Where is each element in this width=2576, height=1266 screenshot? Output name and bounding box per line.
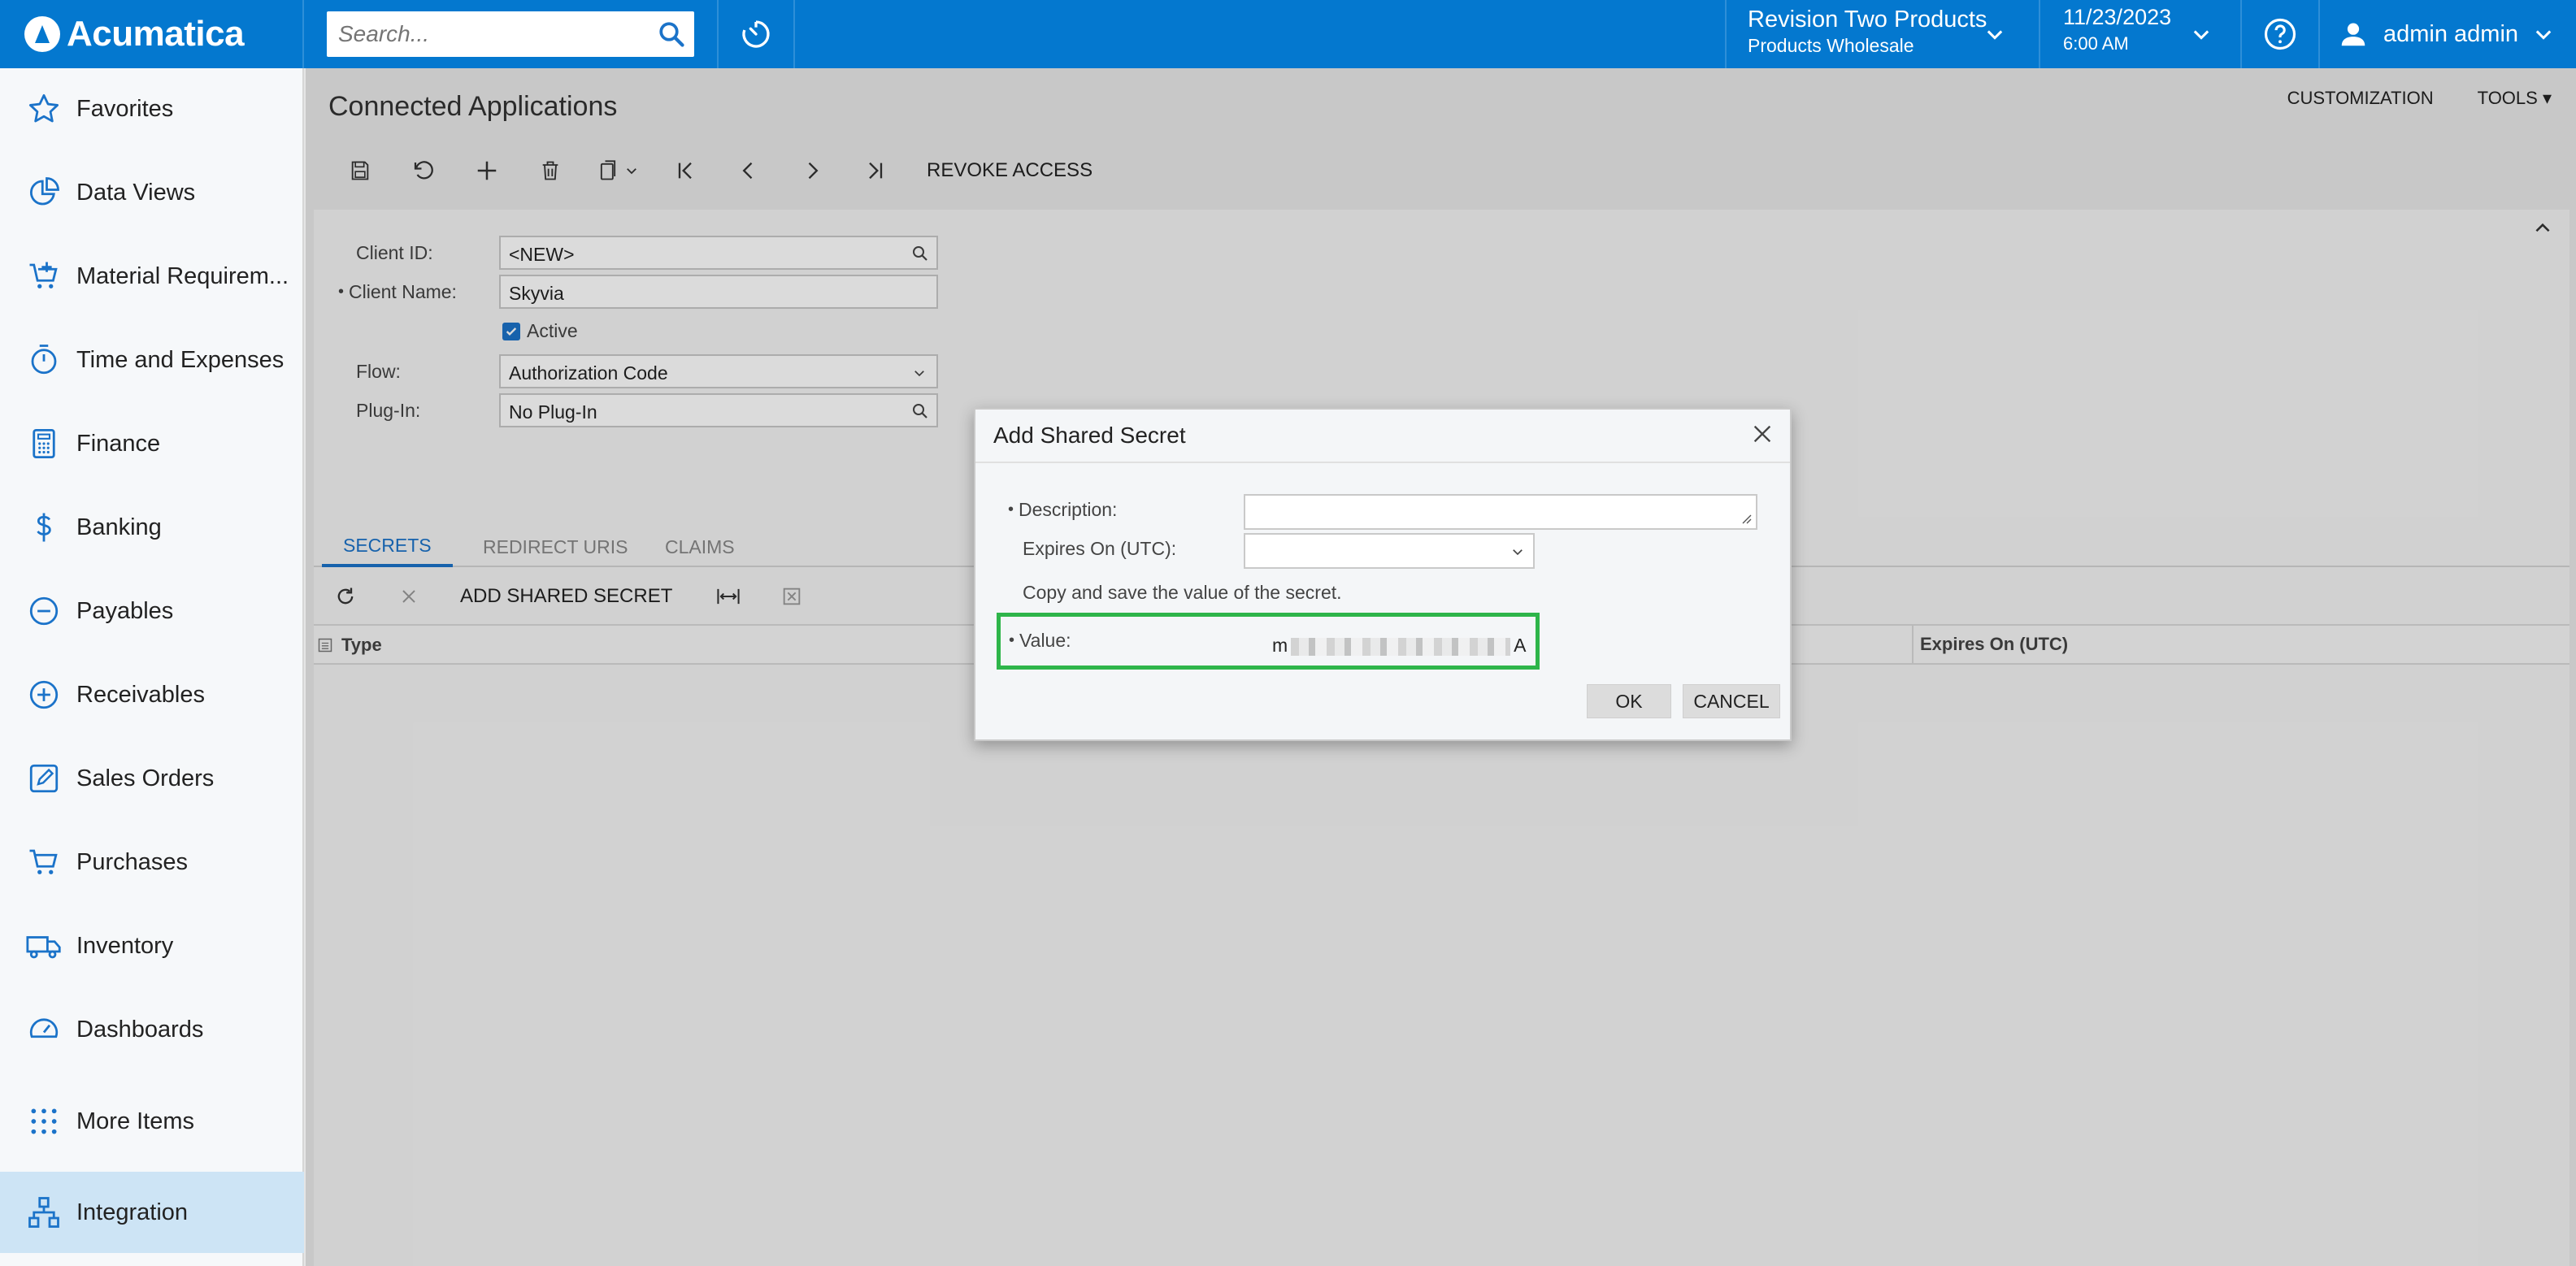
edit-icon: [24, 759, 63, 798]
business-date-selector[interactable]: 11/23/2023 6:00 AM: [2039, 0, 2240, 68]
app-name: Acumatica: [67, 14, 245, 54]
stopwatch-icon: [24, 340, 63, 379]
cart-icon: [24, 843, 63, 882]
sidebar-item-label: Integration: [76, 1199, 189, 1225]
value-highlight: • Value: mA: [997, 613, 1540, 670]
user-menu[interactable]: admin admin: [2318, 0, 2576, 68]
history-icon: [742, 20, 770, 48]
sidebar-item-more-items[interactable]: More Items: [0, 1081, 304, 1162]
sidebar-item-banking[interactable]: Banking: [0, 487, 304, 568]
hierarchy-icon: [24, 1193, 63, 1232]
sidebar-item-dashboards[interactable]: Dashboards: [0, 989, 304, 1070]
star-icon: [24, 89, 63, 128]
sidebar-item-label: Material Requirem...: [76, 262, 289, 289]
sidebar-item-receivables[interactable]: Receivables: [0, 654, 304, 735]
sidebar-item-finance[interactable]: Finance: [0, 403, 304, 484]
sidebar-item-label: Banking: [76, 514, 162, 540]
ok-button[interactable]: OK: [1587, 684, 1671, 718]
dialog-title: Add Shared Secret: [993, 423, 1186, 448]
help-icon: [2264, 18, 2296, 50]
sidebar-item-label: Receivables: [76, 681, 205, 708]
chevron-down-icon: [1987, 30, 2003, 40]
cancel-button[interactable]: CANCEL: [1683, 684, 1780, 718]
sidebar-item-purchases[interactable]: Purchases: [0, 822, 304, 903]
truck-icon: [24, 926, 63, 965]
resize-grip-icon[interactable]: [1740, 512, 1753, 525]
secret-value-start: m: [1272, 635, 1288, 656]
cart-plus-icon: [24, 257, 63, 296]
sidebar-item-label: Finance: [76, 430, 161, 457]
sidebar-item-label: Time and Expenses: [76, 346, 285, 373]
secret-value[interactable]: mA: [1272, 635, 1527, 657]
pie-chart-icon: [24, 173, 63, 212]
recent-history-button[interactable]: [717, 0, 795, 68]
dialog-divider: [975, 462, 1790, 463]
dollar-icon: [24, 508, 63, 547]
plus-circle-icon: [24, 675, 63, 714]
top-bar: Acumatica Revision Two Products Products…: [0, 0, 2576, 68]
description-label-row: • Description:: [1008, 499, 1117, 521]
search-icon[interactable]: [657, 20, 686, 49]
value-label-row: • Value:: [1009, 630, 1071, 652]
required-marker: •: [1008, 501, 1014, 518]
close-icon[interactable]: [1749, 421, 1775, 447]
chevron-down-icon: [2535, 30, 2552, 40]
sidebar-item-material-requirements[interactable]: Material Requirem...: [0, 236, 304, 317]
sidebar-item-label: More Items: [76, 1108, 195, 1134]
sidebar-item-data-views[interactable]: Data Views: [0, 152, 304, 233]
sidebar-item-favorites[interactable]: Favorites: [0, 68, 304, 150]
company-selector[interactable]: Revision Two Products Products Wholesale: [1725, 0, 2039, 68]
user-name: admin admin: [2383, 20, 2519, 47]
chevron-down-icon: [1513, 549, 1523, 556]
business-time: 6:00 AM: [2063, 33, 2129, 54]
description-label: Description:: [1019, 499, 1118, 520]
expires-date-picker[interactable]: [1244, 533, 1535, 569]
redacted-secret: [1291, 637, 1511, 656]
secret-value-end: A: [1514, 635, 1527, 656]
gauge-icon: [24, 1010, 63, 1049]
value-label: Value:: [1019, 630, 1071, 651]
add-shared-secret-dialog: Add Shared Secret • Description: Expires …: [974, 408, 1792, 741]
minus-circle-icon: [24, 592, 63, 631]
required-marker: •: [1009, 631, 1015, 649]
user-icon: [2341, 23, 2365, 46]
sidebar-item-label: Inventory: [76, 932, 174, 959]
sidebar-item-label: Data Views: [76, 179, 196, 206]
sidebar-item-label: Payables: [76, 597, 174, 624]
sidebar-item-payables[interactable]: Payables: [0, 570, 304, 652]
sidebar-item-label: Purchases: [76, 848, 189, 875]
sidebar: Favorites Data Views Material Requirem..…: [0, 68, 304, 1266]
app-logo[interactable]: Acumatica: [0, 0, 304, 68]
expires-label: Expires On (UTC):: [1023, 538, 1177, 559]
sidebar-item-label: Dashboards: [76, 1016, 204, 1043]
sidebar-item-label: Sales Orders: [76, 765, 215, 791]
search-box: [327, 11, 694, 57]
description-field[interactable]: [1244, 494, 1757, 530]
sidebar-item-sales-orders[interactable]: Sales Orders: [0, 738, 304, 819]
sidebar-item-time-and-expenses[interactable]: Time and Expenses: [0, 319, 304, 401]
logo-icon: [24, 16, 60, 52]
business-date: 11/23/2023: [2063, 5, 2172, 29]
help-button[interactable]: [2240, 0, 2318, 68]
chevron-down-icon: [2193, 30, 2209, 40]
calculator-icon: [24, 424, 63, 463]
sidebar-item-integration[interactable]: Integration: [0, 1172, 304, 1253]
sidebar-item-label: Favorites: [76, 95, 174, 122]
search-input[interactable]: [327, 11, 694, 57]
sidebar-item-inventory[interactable]: Inventory: [0, 905, 304, 986]
grid-dots-icon: [24, 1102, 63, 1141]
secret-note: Copy and save the value of the secret.: [1023, 582, 1342, 603]
